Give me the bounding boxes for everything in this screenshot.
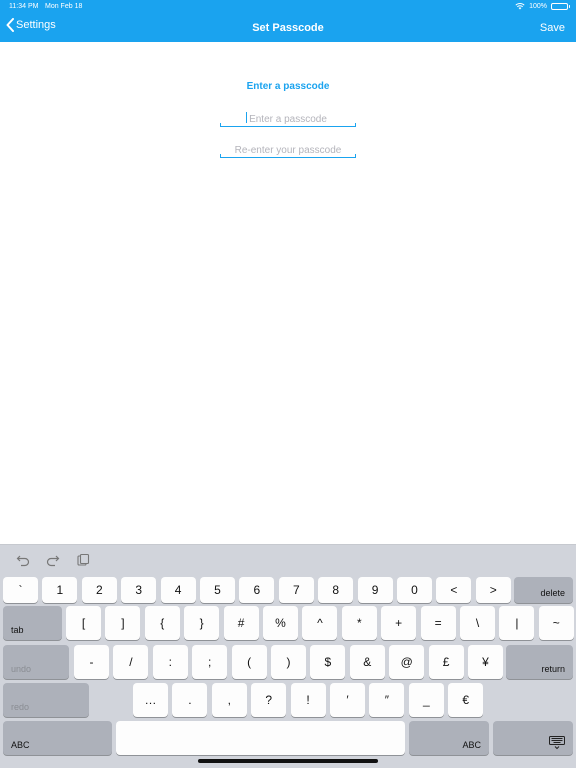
redo-icon[interactable] [46,553,60,567]
return-key-label: return [541,664,565,674]
abc-key-left[interactable]: ABC [3,721,112,755]
status-right: 100% [515,2,570,10]
key-row2-5[interactable]: % [263,606,298,640]
abc-key-left-label: ABC [11,740,30,750]
key-row2-0[interactable]: [ [66,606,101,640]
key-row4-8[interactable]: € [448,683,484,717]
key-row4-4[interactable]: ! [290,683,326,717]
key-row1-12[interactable]: > [475,577,511,603]
key-row1-4[interactable]: 4 [160,577,196,603]
key-row4-0[interactable]: … [133,683,168,717]
key-row3-10[interactable]: ¥ [468,645,503,679]
dismiss-keyboard-key[interactable] [493,721,573,755]
key-row1-11[interactable]: < [436,577,472,603]
key-row2-7[interactable]: * [341,606,377,640]
status-bar: 11:34 PM Mon Feb 18 100% [0,0,576,14]
save-button[interactable]: Save [540,22,565,34]
confirm-passcode-field [220,140,356,159]
delete-key[interactable]: delete [514,577,573,603]
key-row2-2[interactable]: { [144,606,180,640]
key-row1-2[interactable]: 2 [81,577,117,603]
key-row3-7[interactable]: & [349,645,385,679]
paste-icon[interactable] [76,553,90,567]
key-row1-9[interactable]: 9 [357,577,393,603]
key-row2-11[interactable]: | [499,606,535,640]
abc-key-right[interactable]: ABC [409,721,489,755]
key-row2-3[interactable]: } [184,606,220,640]
passcode-field [220,109,356,128]
key-row4-2[interactable]: , [211,683,247,717]
top-bar: 11:34 PM Mon Feb 18 100% Settings Set Pa… [0,0,576,42]
key-row4-1[interactable]: . [172,683,208,717]
wifi-icon [515,3,525,10]
key-row3-5[interactable]: ) [271,645,306,679]
tab-key-label: tab [11,625,24,635]
key-row3-3[interactable]: ; [192,645,228,679]
undo-key[interactable]: undo [3,645,69,679]
keyboard: delete tab undo return redo ABC ABC ` 1 2 3… [0,544,576,768]
keyboard-shortcut-bar [0,545,576,575]
key-row2-9[interactable]: = [420,606,456,640]
key-row1-0[interactable]: ` [3,577,38,603]
battery-icon [551,2,570,10]
status-date: Mon Feb 18 [45,3,83,10]
key-row1-7[interactable]: 7 [278,577,314,603]
home-indicator [198,759,378,763]
tab-key[interactable]: tab [3,606,62,640]
key-row1-6[interactable]: 6 [239,577,275,603]
undo-key-label: undo [11,664,32,674]
key-row3-2[interactable]: : [152,645,188,679]
key-row3-4[interactable]: ( [231,645,267,679]
key-row3-9[interactable]: £ [428,645,464,679]
abc-key-right-label: ABC [462,740,481,750]
key-row2-6[interactable]: ^ [302,606,338,640]
key-row1-10[interactable]: 0 [397,577,432,603]
key-row2-10[interactable]: \ [460,606,495,640]
battery-percent: 100% [529,2,547,10]
key-row1-1[interactable]: 1 [42,577,78,603]
keyboard-hide-icon [549,736,565,750]
key-row2-1[interactable]: ] [105,606,141,640]
redo-key[interactable]: redo [3,683,89,717]
key-row4-7[interactable]: _ [408,683,444,717]
key-row2-8[interactable]: + [381,606,417,640]
status-time: 11:34 PM [9,3,39,10]
space-key[interactable] [116,721,405,755]
passcode-prompt: Enter a passcode [246,81,330,92]
text-caret [246,112,247,123]
confirm-passcode-input[interactable] [220,142,356,159]
return-key[interactable]: return [506,645,573,679]
redo-key-label: redo [11,702,30,712]
key-row4-3[interactable]: ? [251,683,287,717]
key-row1-3[interactable]: 3 [121,577,157,603]
key-row4-6[interactable]: ″ [369,683,405,717]
key-row3-8[interactable]: @ [389,645,425,679]
nav-bar: Settings Set Passcode Save [0,14,576,42]
undo-icon[interactable] [16,553,30,567]
key-row1-8[interactable]: 8 [318,577,354,603]
key-row4-5[interactable]: ′ [330,683,365,717]
app-root: 11:34 PM Mon Feb 18 100% Settings Set Pa… [0,0,576,768]
key-row2-12[interactable]: ~ [538,606,574,640]
page-title: Set Passcode [252,22,324,34]
key-row1-5[interactable]: 5 [200,577,235,603]
key-row3-0[interactable]: - [74,645,109,679]
key-row3-6[interactable]: $ [310,645,346,679]
key-row2-4[interactable]: # [223,606,259,640]
delete-key-label: delete [540,588,565,598]
key-row3-1[interactable]: / [113,645,149,679]
passcode-input[interactable] [220,111,356,128]
